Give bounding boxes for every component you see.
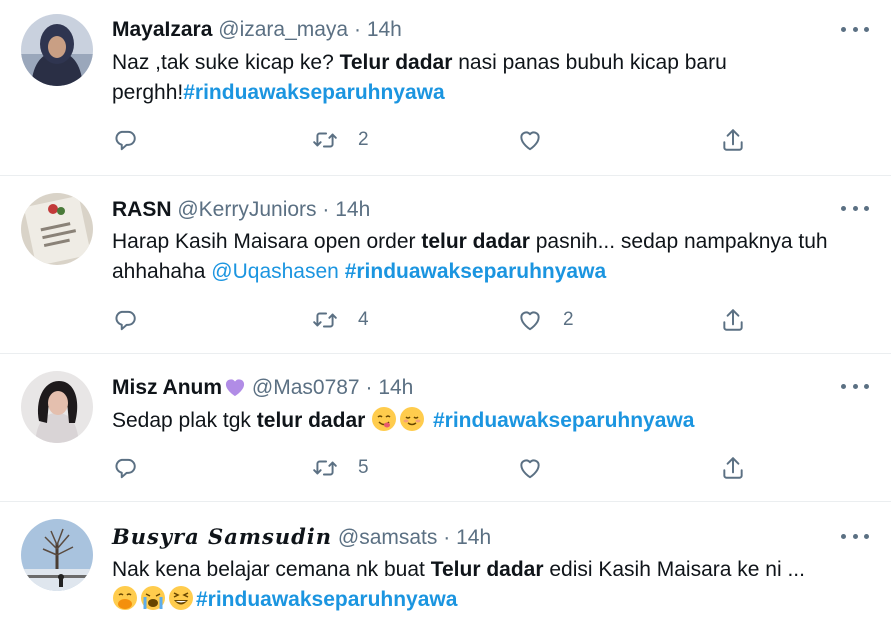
- tweet-feed: MayaIzara @izara_maya · 14h Naz ,tak suk…: [0, 0, 891, 625]
- more-options-icon[interactable]: [841, 526, 869, 546]
- retweet-button[interactable]: 4: [312, 305, 369, 335]
- tweet-text: Naz ,tak suke kicap ke? Telur dadar nasi…: [112, 48, 872, 108]
- more-options-icon[interactable]: [841, 376, 869, 396]
- hashtag-link[interactable]: #rinduawakseparuhnyawa: [345, 260, 606, 283]
- like-button[interactable]: [517, 125, 543, 155]
- tweet-header: RASN @KerryJuniors · 14h: [112, 197, 370, 223]
- timestamp[interactable]: 14h: [456, 526, 491, 549]
- timestamp[interactable]: 14h: [378, 376, 413, 399]
- tweet-text: Sedap plak tgk telur dadar #rinduawaksep…: [112, 406, 872, 436]
- loudly-crying-face-icon: [141, 586, 165, 610]
- retweet-button[interactable]: 2: [312, 125, 369, 155]
- like-button[interactable]: [517, 453, 543, 483]
- smiling-face-icon: [400, 407, 425, 431]
- tweet-actions: 2: [112, 125, 772, 155]
- text-segment: Sedap plak tgk: [112, 409, 257, 432]
- text-segment: edisi Kasih Maisara ke ni ...: [543, 558, 805, 581]
- like-count: 2: [563, 309, 574, 330]
- tweet-header: Busyra Samsudin @samsats · 14h: [112, 524, 491, 551]
- heart-icon: [520, 459, 540, 479]
- timestamp[interactable]: 14h: [335, 198, 370, 221]
- avatar[interactable]: [21, 193, 93, 265]
- avatar[interactable]: [21, 371, 93, 443]
- retweet-count: 4: [358, 309, 369, 330]
- reply-icon: [115, 310, 136, 331]
- tweet[interactable]: MayaIzara @izara_maya · 14h Naz ,tak suk…: [0, 0, 891, 174]
- tweet-header: Misz Anum @Mas0787 · 14h: [112, 375, 413, 401]
- share-icon: [723, 129, 743, 151]
- like-button[interactable]: 2: [517, 305, 574, 335]
- tweet-actions: 5: [112, 453, 772, 483]
- more-options-icon[interactable]: [841, 19, 869, 39]
- highlighted-keyword: Telur dadar: [430, 558, 544, 581]
- text-segment: Nak kena belajar cemana nk buat: [112, 558, 431, 581]
- separator: ·: [365, 376, 373, 399]
- grinning-squinting-face-icon: [169, 586, 193, 610]
- face-savoring-food-icon: [372, 407, 397, 431]
- tweet-text: Nak kena belajar cemana nk buat Telur da…: [112, 555, 872, 615]
- reply-button[interactable]: [112, 453, 138, 483]
- more-options-icon[interactable]: [841, 198, 869, 218]
- tweet-header: MayaIzara @izara_maya · 14h: [112, 17, 402, 43]
- mention-link[interactable]: @Uqashasen: [211, 260, 339, 283]
- reply-icon: [115, 458, 136, 479]
- share-button[interactable]: [720, 125, 746, 155]
- highlighted-keyword: Telur dadar: [339, 51, 453, 74]
- text-segment: Naz ,tak suke kicap ke?: [112, 51, 340, 74]
- tweet[interactable]: Misz Anum @Mas0787 · 14h Sedap plak tgk …: [0, 354, 891, 500]
- display-name[interactable]: Misz Anum: [112, 376, 222, 399]
- reply-button[interactable]: [112, 305, 138, 335]
- retweet-count: 2: [358, 129, 369, 150]
- heart-icon: [520, 311, 540, 331]
- display-name[interactable]: Busyra Samsudin: [112, 524, 332, 549]
- separator: ·: [322, 198, 330, 221]
- hashtag-link[interactable]: #rinduawakseparuhnyawa: [183, 81, 444, 104]
- reply-button[interactable]: [112, 125, 138, 155]
- text-segment: Harap Kasih Maisara open order: [112, 230, 422, 253]
- tweet[interactable]: Busyra Samsudin @samsats · 14h Nak kena …: [0, 502, 891, 625]
- share-icon: [723, 457, 743, 479]
- tweet-actions: 4 2: [112, 305, 772, 335]
- timestamp[interactable]: 14h: [367, 18, 402, 41]
- retweet-button[interactable]: 5: [312, 453, 369, 483]
- display-name[interactable]: RASN: [112, 198, 172, 221]
- separator: ·: [353, 18, 361, 41]
- highlighted-keyword: telur dadar: [256, 409, 366, 432]
- share-button[interactable]: [720, 453, 746, 483]
- handle[interactable]: @Mas0787: [252, 376, 360, 399]
- share-icon: [723, 309, 743, 331]
- tweet[interactable]: RASN @KerryJuniors · 14h Harap Kasih Mai…: [0, 176, 891, 352]
- retweet-icon: [313, 312, 337, 328]
- tweet-text: Harap Kasih Maisara open order telur dad…: [112, 227, 872, 287]
- highlighted-keyword: telur dadar: [421, 230, 530, 253]
- handle[interactable]: @samsats: [338, 526, 438, 549]
- retweet-icon: [313, 460, 337, 476]
- avatar[interactable]: [21, 14, 93, 86]
- avatar[interactable]: [21, 519, 93, 591]
- hashtag-link[interactable]: #rinduawakseparuhnyawa: [196, 588, 457, 611]
- share-button[interactable]: [720, 305, 746, 335]
- handle[interactable]: @izara_maya: [218, 18, 348, 41]
- hashtag-link[interactable]: #rinduawakseparuhnyawa: [433, 409, 694, 432]
- retweet-icon: [313, 132, 337, 148]
- display-name[interactable]: MayaIzara: [112, 18, 212, 41]
- retweet-count: 5: [358, 457, 369, 478]
- purple-heart-icon: [225, 379, 245, 397]
- handle[interactable]: @KerryJuniors: [177, 198, 316, 221]
- separator: ·: [443, 526, 451, 549]
- reply-icon: [115, 130, 136, 151]
- face-with-hand-over-mouth-icon: [113, 586, 137, 610]
- heart-icon: [520, 131, 540, 151]
